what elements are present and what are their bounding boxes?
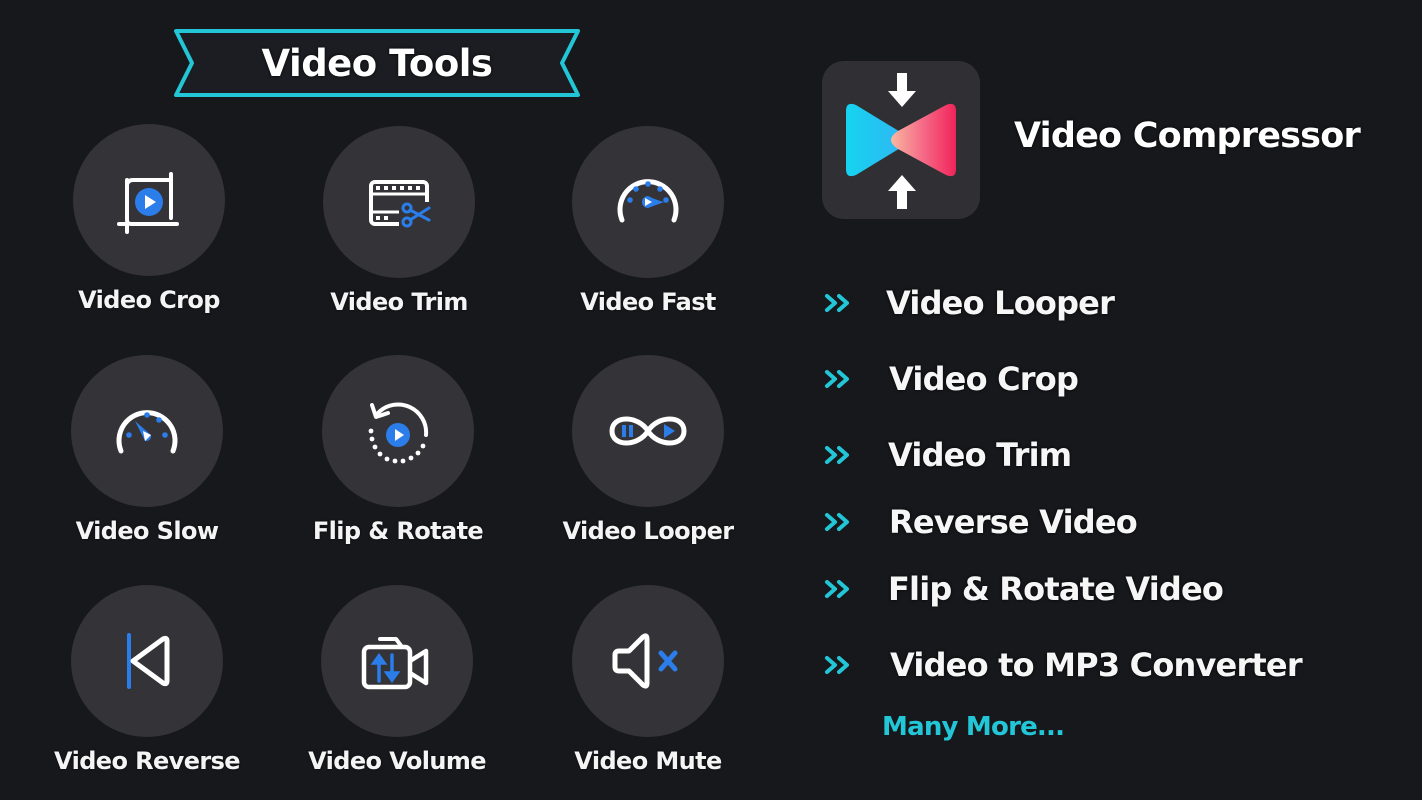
tool-label: Video Mute xyxy=(574,747,722,775)
tool-icon-button[interactable] xyxy=(321,585,473,737)
camera-volume-icon xyxy=(361,637,429,690)
tool-video-crop[interactable]: Video Crop xyxy=(39,124,259,314)
double-chevron-icon xyxy=(825,513,849,531)
feature-item: Reverse Video xyxy=(824,503,1138,541)
rotate-play-icon xyxy=(368,402,429,464)
film-scissors-icon xyxy=(369,180,431,228)
tool-label: Flip & Rotate xyxy=(312,517,484,545)
feature-label: Video Trim xyxy=(888,436,1072,474)
tool-icon-button[interactable] xyxy=(73,124,225,276)
feature-label: Video Looper xyxy=(886,284,1115,322)
feature-item: Video Crop xyxy=(824,360,1079,398)
feature-label: Flip & Rotate Video xyxy=(888,570,1224,608)
tool-video-trim[interactable]: Video Trim xyxy=(289,126,509,316)
tool-label: Video Crop xyxy=(78,286,220,314)
infinity-loop-icon xyxy=(609,416,687,446)
feature-label: Video Crop xyxy=(889,360,1079,398)
tool-label: Video Trim xyxy=(330,288,468,316)
tool-video-volume[interactable]: Video Volume xyxy=(287,585,507,775)
speedometer-fast-icon xyxy=(617,179,679,223)
tool-label: Video Volume xyxy=(308,747,486,775)
compress-logo-icon xyxy=(846,73,956,209)
speaker-mute-icon xyxy=(612,633,678,689)
tool-video-looper[interactable]: Video Looper xyxy=(538,355,758,545)
tool-video-slow[interactable]: Video Slow xyxy=(37,355,257,545)
feature-item: Video to MP3 Converter xyxy=(824,646,1303,684)
tool-label: Video Slow xyxy=(75,517,219,545)
tool-video-reverse[interactable]: Video Reverse xyxy=(37,585,257,775)
many-more-label: Many More... xyxy=(882,712,1065,742)
section-banner: Video Tools xyxy=(172,28,582,98)
tool-icon-button[interactable] xyxy=(323,126,475,278)
tool-icon-button[interactable] xyxy=(71,355,223,507)
app-name: Video Compressor xyxy=(1014,116,1361,156)
tool-video-mute[interactable]: Video Mute xyxy=(538,585,758,775)
tool-icon-button[interactable] xyxy=(572,355,724,507)
tool-icon-button[interactable] xyxy=(322,355,474,507)
section-title: Video Tools xyxy=(261,41,493,85)
crop-play-icon xyxy=(117,172,179,234)
tool-video-fast[interactable]: Video Fast xyxy=(538,126,758,316)
feature-label: Reverse Video xyxy=(889,503,1138,541)
double-chevron-icon xyxy=(825,370,849,388)
tool-icon-button[interactable] xyxy=(572,126,724,278)
speedometer-slow-icon xyxy=(116,410,178,454)
double-chevron-icon xyxy=(825,446,849,464)
tool-icon-button[interactable] xyxy=(71,585,223,737)
tool-label: Video Fast xyxy=(580,288,716,316)
double-chevron-icon xyxy=(825,656,849,674)
tool-label: Video Reverse xyxy=(54,747,241,775)
feature-item: Flip & Rotate Video xyxy=(824,570,1224,608)
double-chevron-icon xyxy=(825,294,849,312)
reverse-icon xyxy=(127,633,170,689)
feature-item: Video Trim xyxy=(824,436,1072,474)
tool-label: Video Looper xyxy=(562,517,734,545)
feature-label: Video to MP3 Converter xyxy=(890,646,1303,684)
app-logo xyxy=(822,61,980,219)
double-chevron-icon xyxy=(825,580,849,598)
feature-item: Video Looper xyxy=(824,284,1115,322)
tool-flip-rotate[interactable]: Flip & Rotate xyxy=(288,355,508,545)
tool-icon-button[interactable] xyxy=(572,585,724,737)
